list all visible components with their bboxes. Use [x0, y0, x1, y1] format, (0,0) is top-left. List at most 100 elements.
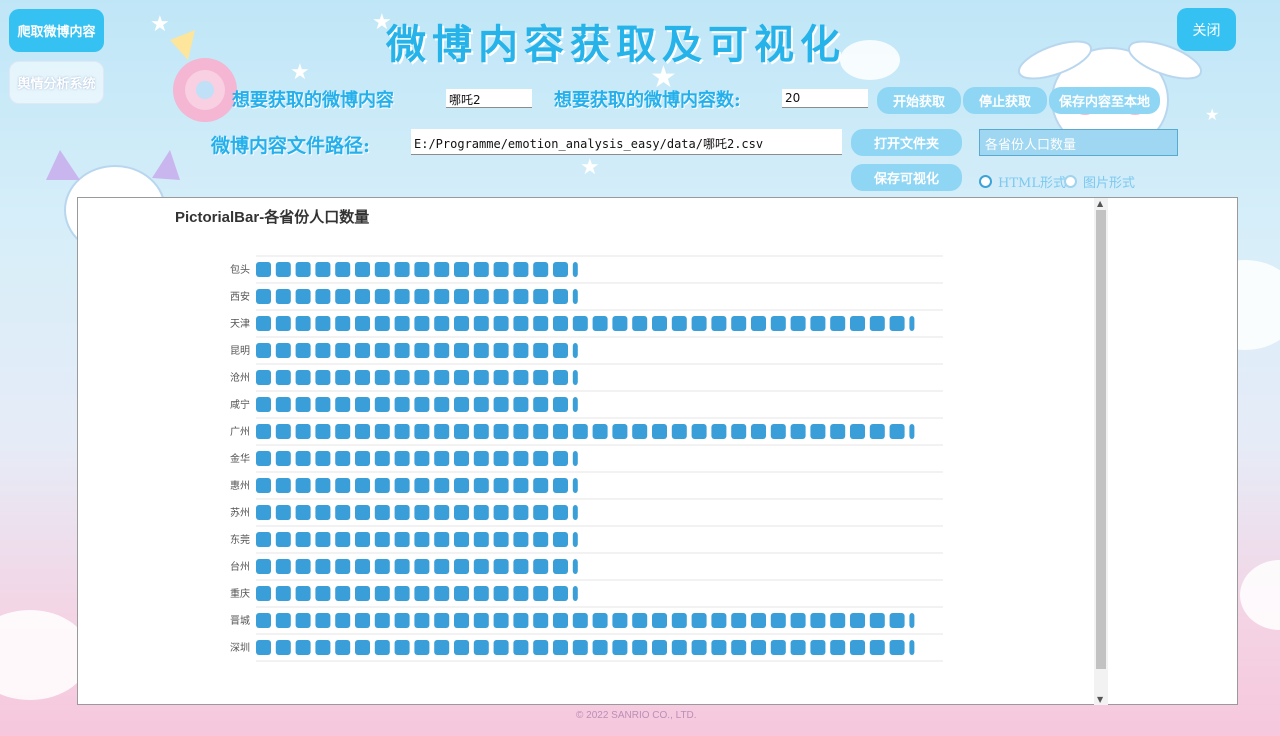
bar-symbol — [671, 424, 687, 439]
bar-symbol — [691, 316, 707, 331]
bar-symbol — [592, 613, 608, 628]
bar-symbol — [671, 316, 687, 331]
bar-symbol — [394, 289, 410, 304]
bar-symbol — [691, 424, 707, 439]
bar-symbol — [711, 613, 727, 628]
radio-image-icon[interactable] — [1064, 175, 1077, 188]
bar-symbol — [355, 370, 370, 385]
content-label: 想要获取的微博内容 — [232, 90, 394, 111]
radio-html[interactable]: HTML形式 — [979, 172, 1066, 191]
bar-symbol — [315, 424, 331, 439]
bar-symbol — [256, 262, 271, 277]
bar-symbol — [572, 397, 578, 412]
sentiment-analysis-button[interactable]: 舆情分析系统 — [9, 61, 104, 104]
bar-symbol — [454, 478, 469, 493]
scroll-up-icon[interactable]: ▲ — [1097, 199, 1103, 208]
bar-symbol — [414, 532, 430, 547]
bar-广州 — [256, 424, 915, 439]
bar-symbol — [256, 613, 271, 628]
bar-symbol — [632, 640, 648, 655]
bar-symbol — [454, 262, 469, 277]
chart-type-select[interactable]: 各省份人口数量 — [979, 129, 1178, 156]
scrollbar-thumb[interactable] — [1096, 210, 1106, 669]
bar-symbol — [414, 370, 430, 385]
radio-html-icon[interactable] — [979, 175, 992, 188]
bar-symbol — [454, 613, 469, 628]
bar-symbol — [553, 289, 568, 304]
bar-symbol — [850, 424, 865, 439]
bar-symbol — [909, 640, 915, 655]
bar-symbol — [256, 397, 271, 412]
bar-symbol — [572, 424, 588, 439]
bar-symbol — [473, 532, 489, 547]
save-visualization-button[interactable]: 保存可视化 — [851, 164, 962, 191]
bar-symbol — [434, 262, 450, 277]
radio-image-label: 图片形式 — [1083, 176, 1136, 191]
bar-惠州 — [256, 478, 578, 493]
bar-symbol — [612, 640, 628, 655]
bar-symbol — [592, 316, 608, 331]
bar-symbol — [394, 613, 410, 628]
bar-symbol — [315, 586, 331, 601]
vertical-scrollbar[interactable]: ▲ ▼ — [1094, 198, 1108, 705]
bar-symbol — [295, 397, 311, 412]
bar-symbol — [731, 640, 747, 655]
bar-symbol — [850, 640, 865, 655]
bar-symbol — [572, 613, 588, 628]
crawl-weibo-button[interactable]: 爬取微博内容 — [9, 9, 104, 52]
bar-symbol — [473, 613, 489, 628]
category-label: 昆明 — [230, 345, 250, 357]
category-label: 包头 — [230, 263, 250, 276]
file-path-input[interactable]: E:/Programme/emotion_analysis_easy/data/… — [411, 129, 842, 155]
bar-symbol — [275, 289, 291, 304]
bar-symbol — [256, 586, 271, 601]
path-label: 微博内容文件路径: — [211, 135, 371, 157]
stop-fetch-button[interactable]: 停止获取 — [963, 87, 1047, 114]
bar-symbol — [671, 640, 687, 655]
radio-image[interactable]: 图片形式 — [1064, 172, 1135, 191]
bar-symbol — [454, 451, 469, 466]
bar-symbol — [256, 289, 271, 304]
count-input[interactable]: 20 — [782, 89, 868, 108]
bar-symbol — [394, 370, 410, 385]
bar-symbol — [533, 586, 549, 601]
bar-symbol — [414, 505, 430, 520]
bar-symbol — [553, 532, 568, 547]
bar-symbol — [275, 397, 291, 412]
bar-symbol — [671, 613, 687, 628]
start-fetch-button[interactable]: 开始获取 — [877, 87, 961, 114]
open-folder-button[interactable]: 打开文件夹 — [851, 129, 962, 156]
bar-symbol — [275, 343, 291, 358]
bar-symbol — [414, 289, 430, 304]
scroll-down-icon[interactable]: ▼ — [1097, 695, 1103, 704]
bar-symbol — [374, 613, 390, 628]
bar-symbol — [256, 505, 271, 520]
bar-symbol — [513, 586, 529, 601]
bar-symbol — [355, 640, 370, 655]
bar-symbol — [315, 451, 331, 466]
save-local-button[interactable]: 保存内容至本地 — [1049, 87, 1160, 114]
bar-symbol — [414, 559, 430, 574]
bar-symbol — [256, 559, 271, 574]
bar-昆明 — [256, 343, 578, 358]
bar-symbol — [335, 613, 351, 628]
bar-symbol — [355, 505, 370, 520]
close-button[interactable]: 关闭 — [1177, 8, 1236, 51]
content-input[interactable]: 哪吒2 — [446, 89, 532, 108]
bar-symbol — [572, 262, 578, 277]
category-label: 惠州 — [230, 479, 250, 492]
bar-symbol — [335, 370, 351, 385]
bar-symbol — [652, 640, 667, 655]
category-label: 深圳 — [230, 642, 250, 654]
bar-symbol — [315, 289, 331, 304]
bar-symbol — [355, 586, 370, 601]
bar-symbol — [295, 262, 311, 277]
category-label: 台州 — [230, 560, 250, 573]
bar-symbol — [493, 586, 509, 601]
bar-symbol — [889, 316, 905, 331]
bar-symbol — [315, 262, 331, 277]
bar-symbol — [731, 424, 747, 439]
bar-金华 — [256, 451, 578, 466]
bar-symbol — [335, 451, 351, 466]
bar-symbol — [454, 559, 469, 574]
